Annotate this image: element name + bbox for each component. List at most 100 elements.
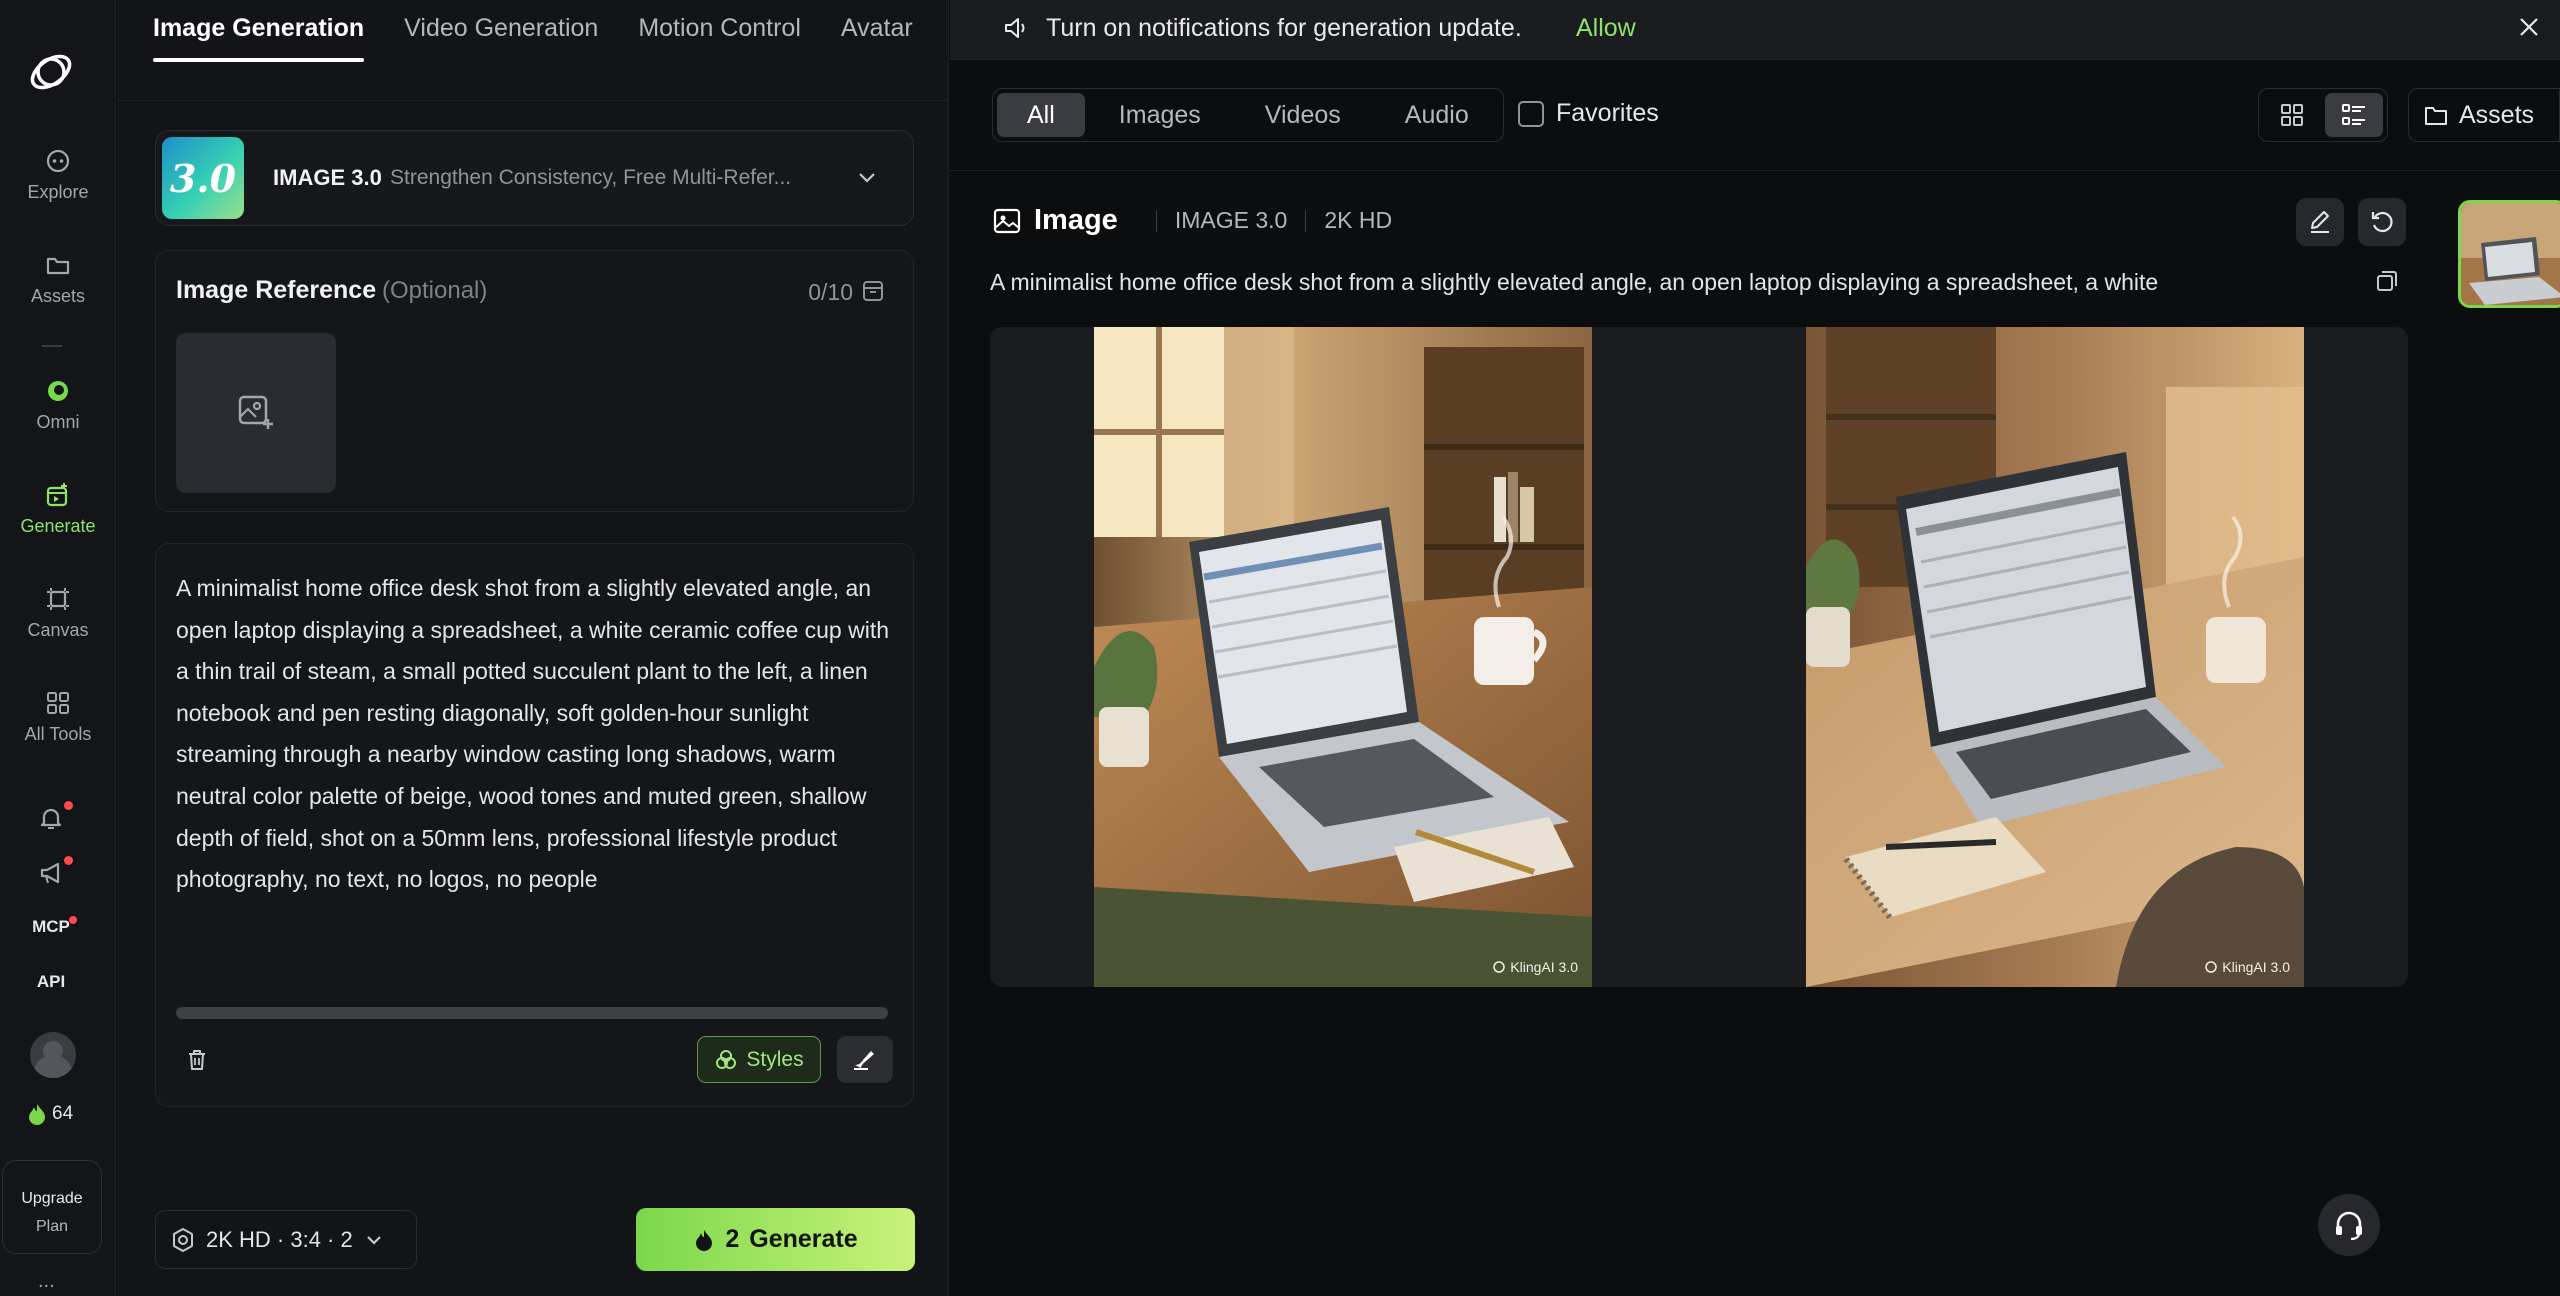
view-mode-toggle (2258, 88, 2388, 142)
watermark-text: KlingAI 3.0 (2222, 959, 2290, 975)
regenerate-button[interactable] (2358, 198, 2406, 246)
watermark: KlingAI 3.0 (2204, 959, 2290, 975)
explore-icon (46, 149, 70, 173)
rail-item-all-tools[interactable]: All Tools (0, 688, 116, 745)
tab-video-generation[interactable]: Video Generation (404, 0, 598, 64)
api-link[interactable]: API (0, 972, 102, 992)
generate-icon (46, 483, 68, 507)
rail-label: Generate (20, 516, 96, 536)
horizontal-scrollbar[interactable] (176, 1007, 888, 1019)
headset-icon (2336, 1211, 2362, 1241)
assets-button[interactable]: Assets (2408, 88, 2560, 142)
styles-label: Styles (746, 1047, 804, 1071)
chevron-down-icon (366, 1235, 381, 1245)
filter-all[interactable]: All (997, 93, 1085, 137)
grid-icon (47, 692, 69, 714)
list-view-button[interactable] (2325, 93, 2383, 137)
generate-cost: 2 (725, 1225, 740, 1253)
separator (1305, 209, 1307, 232)
separator (1155, 209, 1157, 232)
close-icon[interactable] (2514, 12, 2544, 42)
pencil-icon (2311, 211, 2329, 233)
prompt-textarea[interactable]: A minimalist home office desk shot from … (176, 568, 896, 901)
kling-logo-icon[interactable] (25, 46, 77, 98)
generated-image-2[interactable]: KlingAI 3.0 (1806, 327, 2304, 987)
kling-logo-icon (1493, 961, 1506, 973)
tab-avatar[interactable]: Avatar (841, 0, 913, 64)
prompt-editor[interactable]: A minimalist home office desk shot from … (155, 543, 914, 1107)
omni-icon (48, 381, 68, 401)
megaphone-icon[interactable] (36, 858, 66, 888)
add-reference-image-button[interactable] (176, 333, 336, 493)
filter-videos[interactable]: Videos (1235, 93, 1371, 137)
left-rail: Explore Assets Omni Generate Canvas All … (0, 0, 116, 1296)
favorites-label: Favorites (1556, 99, 1659, 127)
model-selector[interactable]: 3.0 IMAGE 3.0 Strengthen Consistency, Fr… (155, 130, 914, 226)
media-filter-tabs: All Images Videos Audio (992, 88, 1504, 142)
notification-dot (64, 801, 73, 810)
notification-dot (69, 916, 77, 924)
speaker-icon (1005, 18, 1025, 38)
model-badge: 3.0 (162, 137, 244, 219)
history-icon[interactable] (861, 279, 885, 303)
grid-view-button[interactable] (2263, 93, 2321, 137)
copy-icon[interactable] (2374, 268, 2400, 294)
thumbnail-image (2461, 203, 2560, 305)
brush-icon (854, 1050, 874, 1070)
rail-item-assets[interactable]: Assets (0, 250, 116, 307)
checkbox[interactable] (1518, 100, 1544, 127)
settings-icon (173, 1227, 193, 1252)
magic-brush-button[interactable] (837, 1036, 893, 1083)
trash-icon[interactable] (184, 1047, 210, 1073)
credits-balance[interactable]: 64 (26, 1102, 73, 1126)
more-menu[interactable]: ... (38, 1270, 55, 1293)
avatar[interactable] (30, 1032, 76, 1078)
divider (950, 170, 2560, 171)
result-quality: 2K HD (1324, 207, 1393, 233)
rail-label: All Tools (24, 724, 92, 744)
support-button[interactable] (2318, 1194, 2380, 1256)
allow-notifications-link[interactable]: Allow (1576, 14, 1636, 43)
notification-banner: Turn on notifications for generation upd… (950, 0, 2560, 60)
upgrade-label: Upgrade (21, 1190, 83, 1207)
filter-images[interactable]: Images (1089, 93, 1231, 137)
rail-item-omni[interactable]: Omni (0, 376, 116, 433)
history-thumbnail[interactable] (2458, 200, 2560, 308)
assets-label: Assets (2459, 100, 2535, 129)
rail-label: Canvas (27, 620, 89, 640)
generate-label: Generate (749, 1225, 858, 1253)
refresh-icon (2371, 211, 2393, 233)
styles-icon (716, 1049, 737, 1069)
reference-count: 0/10 (808, 279, 853, 305)
result-type-label: Image (1034, 204, 1118, 236)
image-reference-section: Image Reference (Optional) 0/10 (155, 250, 914, 512)
upgrade-plan-button[interactable]: Upgrade Plan (2, 1160, 102, 1254)
tab-image-generation[interactable]: Image Generation (153, 0, 365, 64)
rail-item-generate[interactable]: Generate (0, 480, 116, 537)
rail-label: Omni (36, 412, 80, 432)
mcp-link[interactable]: MCP (0, 917, 102, 937)
bell-icon[interactable] (36, 803, 66, 833)
grid-icon (2281, 104, 2303, 126)
rail-item-explore[interactable]: Explore (0, 146, 116, 203)
list-icon (2342, 104, 2365, 125)
generation-panel: Image Generation Video Generation Motion… (117, 0, 949, 1296)
rail-item-canvas[interactable]: Canvas (0, 584, 116, 641)
filter-audio[interactable]: Audio (1375, 93, 1499, 137)
flame-icon (29, 1104, 45, 1125)
output-settings-dropdown[interactable]: 2K HD · 3:4 · 2 (155, 1210, 417, 1269)
reference-title: Image Reference (176, 276, 377, 304)
rail-label: Assets (30, 286, 86, 306)
folder-icon (46, 257, 70, 275)
watermark-text: KlingAI 3.0 (1510, 959, 1578, 975)
generated-image-1[interactable]: KlingAI 3.0 (1094, 327, 1592, 987)
edit-button[interactable] (2296, 198, 2344, 246)
generated-image (1094, 327, 1592, 987)
styles-button[interactable]: Styles (697, 1036, 821, 1083)
favorites-checkbox[interactable]: Favorites (1518, 99, 1659, 128)
tab-motion-control[interactable]: Motion Control (638, 0, 801, 64)
generate-button[interactable]: 2 Generate (636, 1208, 915, 1271)
chevron-down-icon (859, 173, 875, 183)
plan-label: Plan (35, 1218, 69, 1235)
output-settings-value: 2K HD · 3:4 · 2 (206, 1226, 353, 1252)
